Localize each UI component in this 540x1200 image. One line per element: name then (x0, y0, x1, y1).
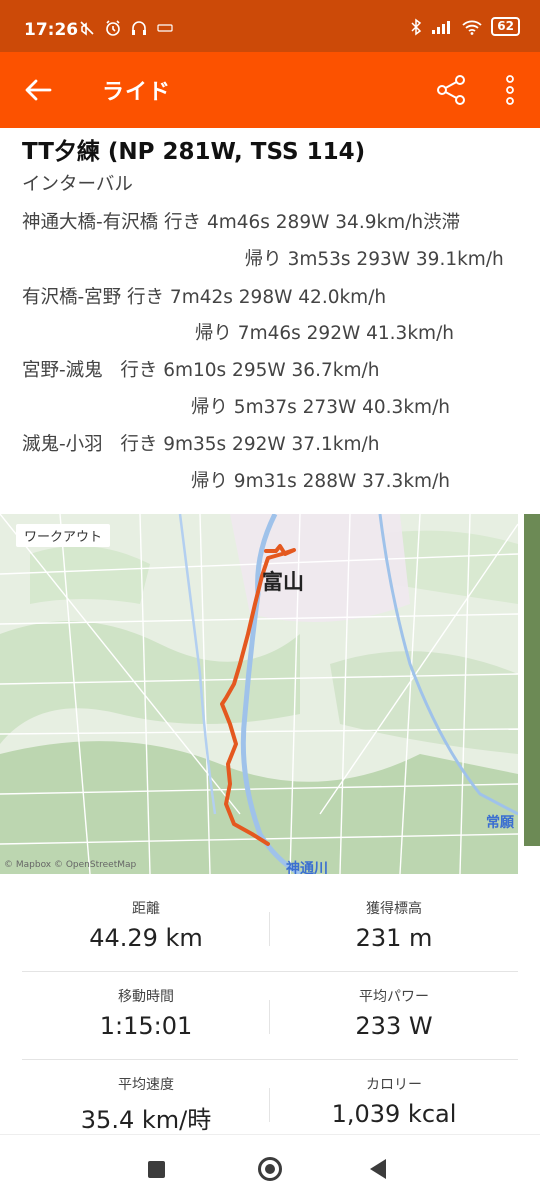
description-line: 有沢橋-宮野 行き 7m42s 298W 42.0km/h (22, 287, 387, 308)
alarm-icon (106, 20, 120, 36)
home-icon[interactable] (258, 1157, 282, 1181)
description-line: 帰り 9m31s 288W 37.3km/h (138, 471, 451, 492)
stats-grid: 距離 44.29 km 獲得標高 231 m 移動時間 1:15:01 平均パワ… (22, 884, 518, 1148)
status-left-icons (78, 19, 174, 37)
map-attribution[interactable]: © Mapbox © OpenStreetMap (4, 860, 136, 870)
stat-value: 233 W (355, 1012, 433, 1040)
app-notification-icon (157, 24, 173, 32)
stat-value: 231 m (355, 924, 433, 952)
stat-label: 獲得標高 (366, 901, 422, 917)
recent-apps-icon[interactable] (148, 1161, 165, 1178)
signal-icon (432, 20, 451, 34)
share-icon (437, 75, 465, 105)
stat-label: 距離 (132, 901, 160, 917)
description-line: 神通大橋-有沢橋 行き 4m46s 289W 34.9km/h渋滞 (22, 212, 461, 233)
map-right-label: 常願 (486, 815, 514, 831)
stat-calories: カロリー 1,039 kcal (270, 1060, 518, 1128)
stats-row: 距離 44.29 km 獲得標高 231 m (22, 884, 518, 972)
description-line: 帰り 5m37s 273W 40.3km/h (138, 397, 451, 418)
activity-title: TT夕練 (NP 281W, TSS 114) (22, 139, 366, 165)
stat-label: 平均パワー (359, 989, 429, 1005)
description-line: インターバル (22, 174, 133, 195)
map-background (0, 514, 518, 874)
description-line: 帰り 7m46s 292W 41.3km/h (142, 323, 455, 344)
description-line: 滅鬼-小羽 行き 9m35s 292W 37.1km/h (22, 434, 380, 455)
status-time: 17:26 (24, 20, 79, 40)
stat-moving-time: 移動時間 1:15:01 (22, 972, 270, 1040)
map-river-label: 神通川 (286, 861, 328, 874)
stat-average-speed: 平均速度 35.4 km/時 (22, 1060, 270, 1135)
system-nav-bar (0, 1134, 540, 1200)
map-workout-tag: ワークアウト (16, 524, 111, 547)
next-photo-preview[interactable] (524, 514, 540, 846)
stat-value: 35.4 km/時 (80, 1106, 212, 1134)
wifi-icon (462, 20, 482, 35)
stats-row: 移動時間 1:15:01 平均パワー 233 W (22, 972, 518, 1060)
map-city-label: 富山 (262, 570, 304, 594)
description-line: 帰り 3m53s 293W 39.1km/h (180, 249, 504, 270)
app-bar: ライド (0, 52, 540, 128)
more-vert-icon (506, 75, 514, 105)
back-triangle-icon[interactable] (370, 1159, 386, 1179)
stat-average-power: 平均パワー 233 W (270, 972, 518, 1040)
bluetooth-icon (411, 18, 422, 35)
page-title: ライド (102, 80, 172, 105)
description-line: 宮野-滅鬼 行き 6m10s 295W 36.7km/h (22, 360, 380, 381)
back-button[interactable] (20, 70, 60, 110)
battery-indicator: 62 (491, 17, 520, 36)
stat-label: カロリー (366, 1077, 422, 1093)
stat-value: 1,039 kcal (331, 1100, 457, 1128)
headphones-icon (132, 21, 146, 35)
stat-elevation-gain: 獲得標高 231 m (270, 884, 518, 952)
status-bar: 17:26 62 (0, 0, 540, 52)
status-right-icons: 62 (409, 17, 520, 36)
stat-label: 平均速度 (118, 1077, 174, 1093)
more-options-button[interactable] (490, 70, 530, 110)
stat-label: 移動時間 (118, 989, 174, 1005)
stat-distance: 距離 44.29 km (22, 884, 270, 952)
stat-value: 1:15:01 (99, 1012, 193, 1040)
route-map[interactable]: ワークアウト 富山 神通川 常願 © Mapbox © OpenStreetMa… (0, 514, 518, 874)
stat-value: 44.29 km (89, 924, 203, 952)
arrow-left-icon (25, 79, 52, 101)
mute-icon (80, 21, 94, 36)
share-button[interactable] (432, 70, 472, 110)
